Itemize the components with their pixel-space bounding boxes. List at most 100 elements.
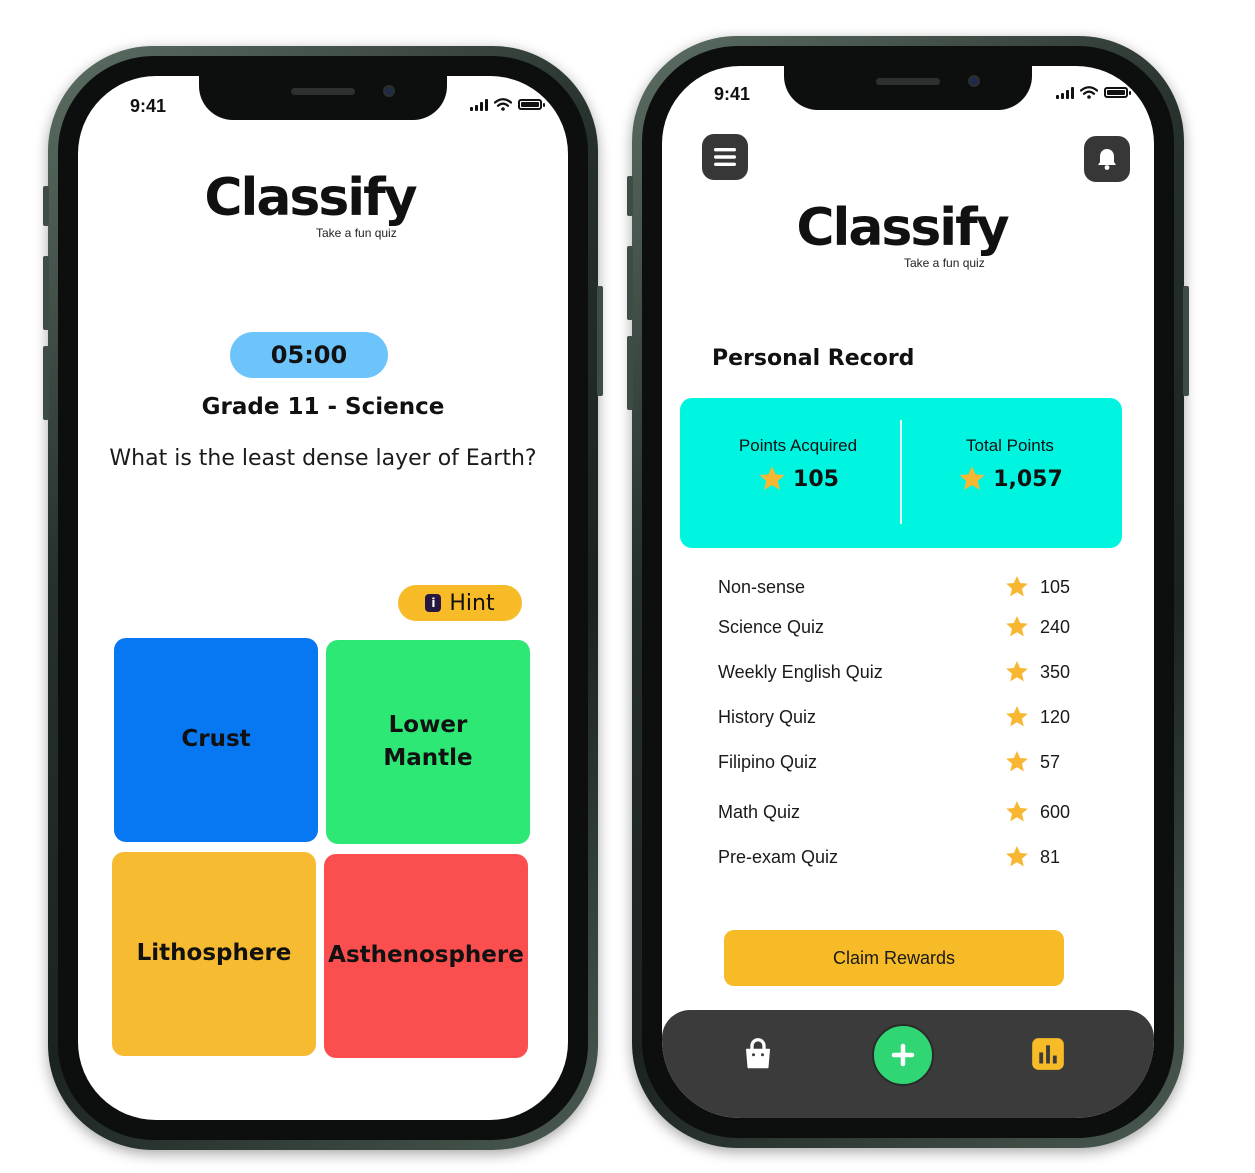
total-points: Total Points 1,057 xyxy=(910,436,1110,494)
answer-option-lithosphere[interactable]: Lithosphere xyxy=(112,852,316,1056)
brand-name: Classify xyxy=(796,198,1009,258)
record-name: Pre-exam Quiz xyxy=(718,846,839,867)
star-icon xyxy=(1006,615,1028,637)
status-time: 9:41 xyxy=(130,96,167,116)
star-icon xyxy=(959,466,985,490)
status-icons xyxy=(470,98,545,111)
mute-switch xyxy=(43,186,49,226)
record-value: 105 xyxy=(1040,576,1071,597)
record-value: 600 xyxy=(1040,801,1071,822)
quiz-phone-bezel: 9:41 Classify Take a fun quiz 05:00 Grad… xyxy=(58,56,588,1140)
stats-nav-button[interactable] xyxy=(1028,1034,1068,1074)
volume-up-button xyxy=(627,246,633,320)
add-nav-button[interactable] xyxy=(872,1024,934,1086)
mute-switch xyxy=(627,176,633,216)
points-acquired-value: 105 xyxy=(793,466,839,492)
record-value: 240 xyxy=(1040,616,1071,637)
records-phone-bezel: 9:41 Classify Take a fun quiz Personal R… xyxy=(642,46,1174,1138)
power-button xyxy=(597,286,603,396)
star-icon xyxy=(1006,800,1028,822)
quiz-phone: 9:41 Classify Take a fun quiz 05:00 Grad… xyxy=(43,46,603,1150)
record-row: History Quiz 120 xyxy=(718,702,1078,732)
record-row: Non-sense 105 xyxy=(718,572,1078,602)
volume-down-button xyxy=(43,346,49,420)
record-score: 57 xyxy=(1004,749,1078,775)
star-icon xyxy=(1006,750,1028,772)
quiz-screen: 9:41 Classify Take a fun quiz 05:00 Grad… xyxy=(78,76,568,1120)
countdown-timer: 05:00 xyxy=(230,332,388,378)
bell-icon xyxy=(1098,149,1116,170)
record-name: History Quiz xyxy=(718,706,817,727)
record-value: 57 xyxy=(1040,751,1061,772)
bar-chart-icon xyxy=(1032,1038,1064,1070)
quiz-subject: Grade 11 - Science xyxy=(201,394,445,420)
records-phone: 9:41 Classify Take a fun quiz Personal R… xyxy=(627,36,1189,1148)
star-icon xyxy=(1006,575,1028,597)
star-icon xyxy=(1006,845,1028,867)
record-name: Weekly English Quiz xyxy=(718,661,883,682)
record-score: 81 xyxy=(1004,844,1078,870)
points-card: Points Acquired 105 Total Points 1,057 xyxy=(680,398,1122,548)
record-name: Non-sense xyxy=(718,576,806,597)
answer-option-crust[interactable]: Crust xyxy=(114,638,318,842)
record-row: Math Quiz 600 xyxy=(718,797,1078,827)
hint-label: Hint xyxy=(449,590,495,616)
shop-nav-button[interactable] xyxy=(738,1034,778,1074)
answer-option-lower-mantle[interactable]: Lower Mantle xyxy=(326,640,530,844)
record-score: 600 xyxy=(1004,799,1078,825)
answer-option-asthenosphere[interactable]: Asthenosphere xyxy=(324,854,528,1058)
speaker xyxy=(291,88,355,95)
brand-tagline: Take a fun quiz xyxy=(316,226,397,240)
record-name: Filipino Quiz xyxy=(718,751,818,772)
brand-logo: Classify Take a fun quiz xyxy=(742,198,1062,270)
star-icon xyxy=(1006,660,1028,682)
record-value: 350 xyxy=(1040,661,1071,682)
record-score: 350 xyxy=(1004,659,1078,685)
brand-tagline: Take a fun quiz xyxy=(904,256,985,270)
points-divider xyxy=(900,420,902,524)
wifi-icon xyxy=(1080,86,1098,99)
record-name: Science Quiz xyxy=(718,616,825,637)
power-button xyxy=(1183,286,1189,396)
bottom-nav xyxy=(662,1010,1154,1118)
record-row: Pre-exam Quiz 81 xyxy=(718,842,1078,872)
points-acquired-value-row: 105 xyxy=(698,464,898,494)
record-score: 120 xyxy=(1004,704,1078,730)
points-acquired: Points Acquired 105 xyxy=(698,436,898,494)
hint-button[interactable]: i Hint xyxy=(398,585,522,621)
record-row: Science Quiz 240 xyxy=(718,612,1078,642)
menu-button[interactable] xyxy=(702,134,748,180)
notifications-button[interactable] xyxy=(1084,136,1130,182)
battery-icon xyxy=(518,99,545,110)
total-points-value: 1,057 xyxy=(993,466,1063,492)
info-icon: i xyxy=(425,594,442,612)
shopping-bag-icon xyxy=(746,1038,770,1069)
status-icons xyxy=(1056,86,1131,99)
record-score: 105 xyxy=(1004,574,1078,600)
record-value: 120 xyxy=(1040,706,1071,727)
camera xyxy=(383,85,395,97)
star-icon xyxy=(759,466,785,490)
record-score: 240 xyxy=(1004,614,1078,640)
brand-name: Classify xyxy=(204,168,417,228)
total-points-value-row: 1,057 xyxy=(910,464,1110,494)
speaker xyxy=(876,78,940,85)
volume-up-button xyxy=(43,256,49,330)
section-title: Personal Record xyxy=(712,346,915,371)
signal-icon xyxy=(1056,86,1074,99)
notch xyxy=(784,66,1032,110)
signal-icon xyxy=(470,98,488,111)
record-row: Weekly English Quiz 350 xyxy=(718,657,1078,687)
camera xyxy=(968,75,980,87)
status-time: 9:41 xyxy=(714,84,751,104)
plus-icon xyxy=(891,1043,915,1067)
record-row: Filipino Quiz 57 xyxy=(718,747,1078,777)
points-acquired-label: Points Acquired xyxy=(738,436,858,455)
claim-rewards-button[interactable]: Claim Rewards xyxy=(724,930,1064,986)
brand-logo: Classify Take a fun quiz xyxy=(150,168,470,240)
record-value: 81 xyxy=(1040,846,1061,867)
record-name: Math Quiz xyxy=(718,801,801,822)
wifi-icon xyxy=(494,98,512,111)
total-points-label: Total Points xyxy=(966,436,1054,455)
quiz-question: What is the least dense layer of Earth? xyxy=(109,446,537,471)
